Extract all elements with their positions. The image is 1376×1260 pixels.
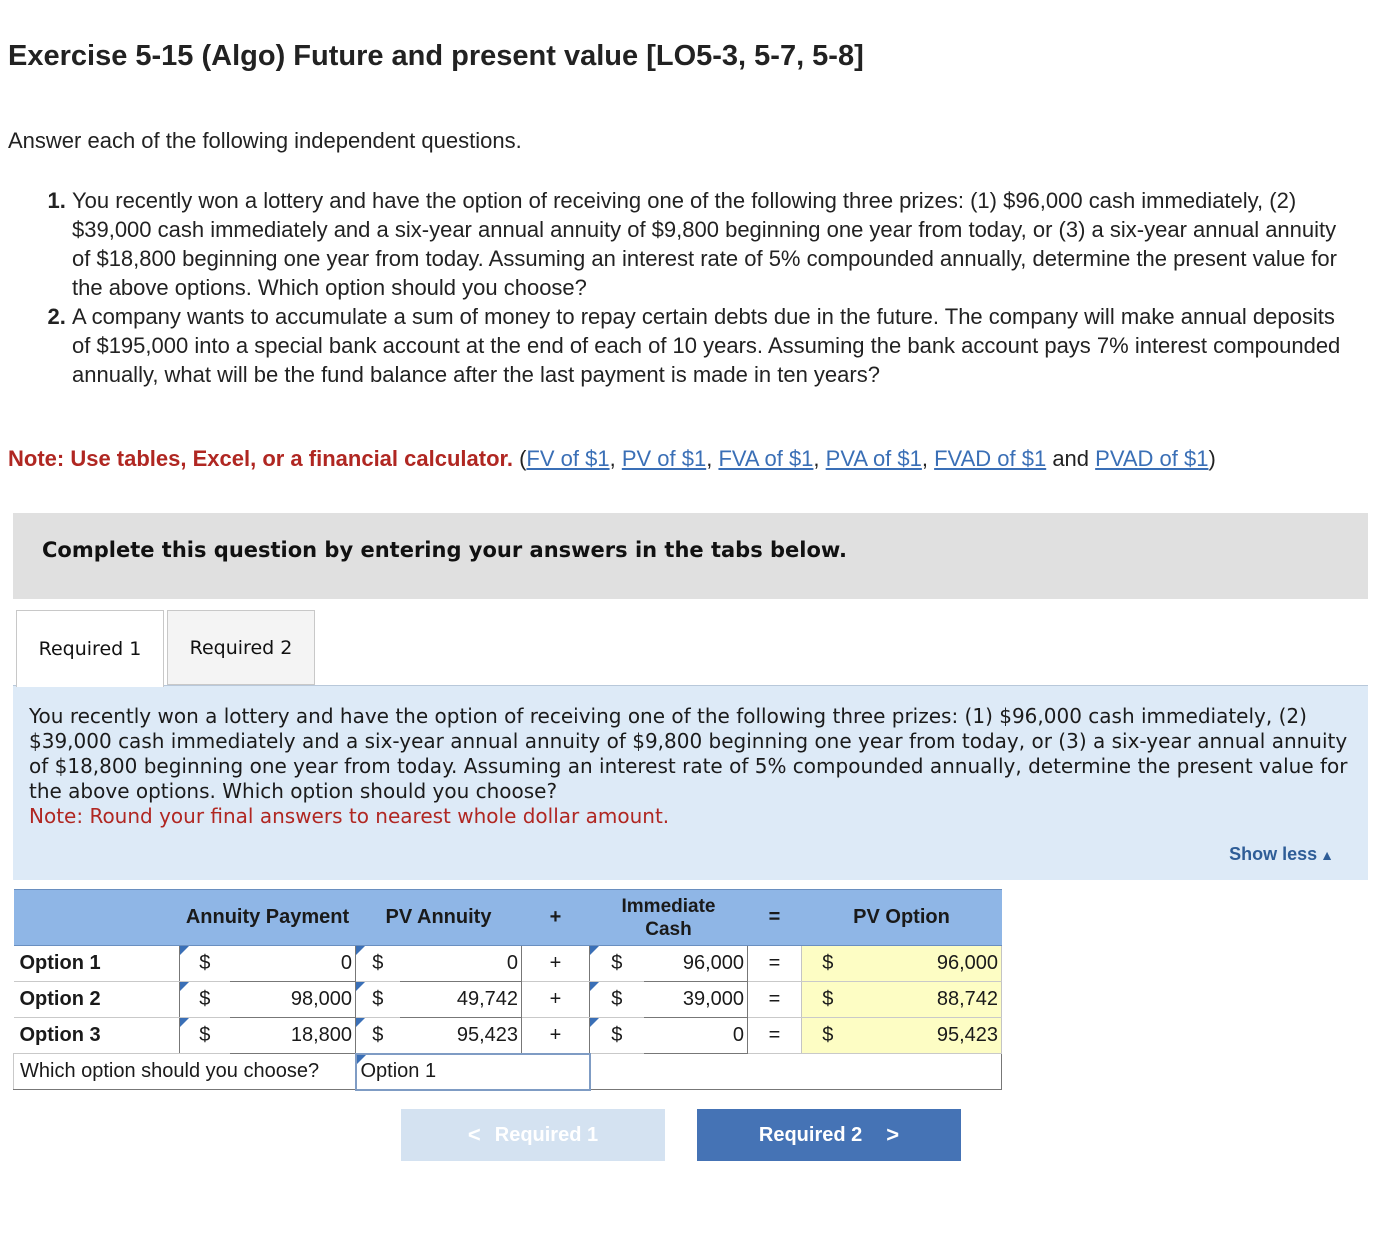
header-equals: = [747,889,802,946]
chevron-right-icon: > [886,1122,900,1147]
link-pv-of-1[interactable]: PV of $1 [622,446,706,471]
next-button-label: Required 2 [758,1123,863,1146]
question-item: A company wants to accumulate a sum of m… [72,302,1358,389]
pv-option-value: 88,742 [853,981,1002,1018]
currency-symbol: $ [355,1017,400,1054]
row-label: Option 3 [13,1017,180,1054]
header-plus: + [521,889,590,946]
currency-symbol: $ [179,1017,230,1054]
currency-symbol: $ [179,945,230,982]
question-item: You recently won a lottery and have the … [72,186,1358,302]
choice-answer-select[interactable]: Option 1 [354,1052,591,1091]
instructions-banner: Complete this question by entering your … [13,513,1368,599]
intro-text: Answer each of the following independent… [8,128,522,153]
link-fva-of-1[interactable]: FVA of $1 [718,446,813,471]
row-label: Option 1 [13,945,180,982]
question-panel: You recently won a lottery and have the … [13,685,1368,880]
question-list: You recently won a lottery and have the … [8,186,1358,389]
equals-sign: = [747,981,802,1018]
banner-text: Complete this question by entering your … [42,538,847,562]
panel-question: You recently won a lottery and have the … [29,704,1348,803]
pv-annuity-input[interactable]: 49,742 [399,981,522,1018]
note-line: Note: Use tables, Excel, or a financial … [8,446,1216,471]
currency-symbol: $ [801,1017,854,1054]
plus-sign: + [521,945,590,982]
currency-symbol: $ [589,945,644,982]
prev-required-1-button[interactable]: < Required 1 [401,1109,665,1161]
plus-sign: + [521,1017,590,1054]
next-required-2-button[interactable]: Required 2 > [697,1109,961,1161]
annuity-payment-input[interactable]: 0 [229,945,356,982]
equals-sign: = [747,1017,802,1054]
link-pvad-of-1[interactable]: PVAD of $1 [1095,446,1208,471]
header-pv-option: PV Option [801,889,1002,946]
currency-symbol: $ [589,1017,644,1054]
link-fv-of-1[interactable]: FV of $1 [526,446,609,471]
pv-annuity-input[interactable]: 0 [399,945,522,982]
choice-row: Which option should you choose? Option 1 [13,1052,1002,1091]
link-fvad-of-1[interactable]: FVAD of $1 [934,446,1046,471]
row-label: Option 2 [13,981,180,1018]
pv-option-value: 95,423 [853,1017,1002,1054]
annuity-payment-input[interactable]: 98,000 [229,981,356,1018]
show-less-label: Show less [1229,844,1318,864]
currency-symbol: $ [355,981,400,1018]
tab-required-1[interactable]: Required 1 [16,610,164,687]
table-header-row: Annuity Payment PV Annuity + Immediate Ca… [13,889,1002,946]
choice-question: Which option should you choose? [13,1053,356,1090]
link-pva-of-1[interactable]: PVA of $1 [826,446,922,471]
tab-required-2[interactable]: Required 2 [167,610,315,685]
annuity-payment-input[interactable]: 18,800 [229,1017,356,1054]
table-row: Option 1 $ 0 $ 0 + $ 96,000 = $ 96,000 [13,945,1002,982]
currency-symbol: $ [179,981,230,1018]
pv-option-value: 96,000 [853,945,1002,982]
prev-button-label: Required 1 [494,1123,599,1146]
note-label: Note: Use tables, Excel, or a financial … [8,446,513,471]
currency-symbol: $ [355,945,400,982]
chevron-left-icon: < [467,1122,481,1147]
header-pv-annuity: PV Annuity [355,889,522,946]
panel-text: You recently won a lottery and have the … [29,704,1354,829]
triangle-up-icon: ▲ [1320,847,1334,863]
immediate-cash-input[interactable]: 0 [643,1017,748,1054]
currency-symbol: $ [589,981,644,1018]
currency-symbol: $ [801,981,854,1018]
currency-symbol: $ [801,945,854,982]
pv-annuity-input[interactable]: 95,423 [399,1017,522,1054]
header-immediate-cash: Immediate Cash [589,889,748,946]
equals-sign: = [747,945,802,982]
answer-table: Annuity Payment PV Annuity + Immediate Ca… [13,889,1002,1091]
header-annuity-payment: Annuity Payment [179,889,356,946]
plus-sign: + [521,981,590,1018]
page-title: Exercise 5-15 (Algo) Future and present … [8,40,864,72]
table-row: Option 3 $ 18,800 $ 95,423 + $ 0 = $ 95,… [13,1017,1002,1054]
immediate-cash-input[interactable]: 96,000 [643,945,748,982]
show-less-toggle[interactable]: Show less ▲ [1229,844,1334,865]
panel-note: Note: Round your final answers to neares… [29,804,670,828]
immediate-cash-input[interactable]: 39,000 [643,981,748,1018]
table-row: Option 2 $ 98,000 $ 49,742 + $ 39,000 = … [13,981,1002,1018]
